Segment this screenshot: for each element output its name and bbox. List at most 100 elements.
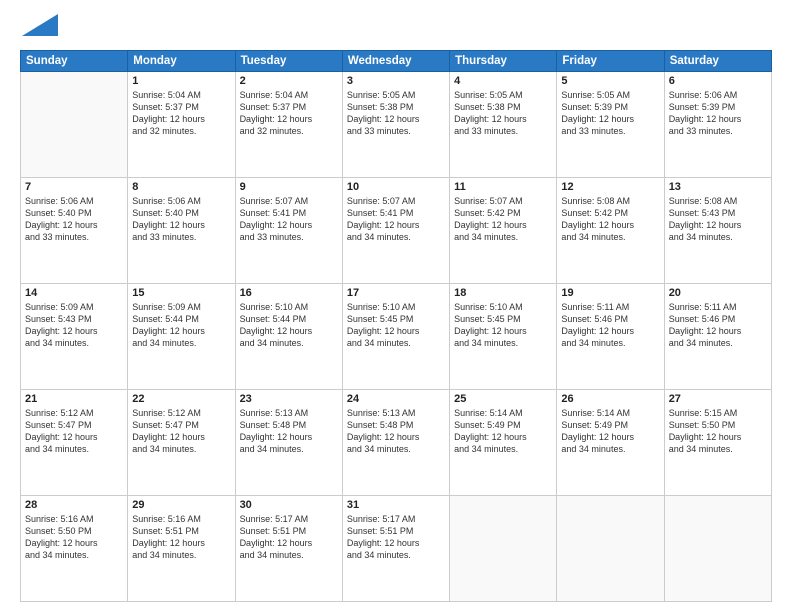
- cell-info: Sunrise: 5:05 AM Sunset: 5:39 PM Dayligh…: [561, 89, 659, 138]
- weekday-friday: Friday: [557, 51, 664, 72]
- cell-info: Sunrise: 5:16 AM Sunset: 5:51 PM Dayligh…: [132, 513, 230, 562]
- day-number: 27: [669, 393, 767, 405]
- day-number: 22: [132, 393, 230, 405]
- cell-info: Sunrise: 5:11 AM Sunset: 5:46 PM Dayligh…: [669, 301, 767, 350]
- day-number: 6: [669, 75, 767, 87]
- cell-info: Sunrise: 5:17 AM Sunset: 5:51 PM Dayligh…: [240, 513, 338, 562]
- calendar-cell: [664, 496, 771, 602]
- calendar-cell: 8 Sunrise: 5:06 AM Sunset: 5:40 PM Daylig…: [128, 178, 235, 284]
- weekday-wednesday: Wednesday: [342, 51, 449, 72]
- day-number: 4: [454, 75, 552, 87]
- calendar-cell: 11 Sunrise: 5:07 AM Sunset: 5:42 PM Dayli…: [450, 178, 557, 284]
- cell-info: Sunrise: 5:13 AM Sunset: 5:48 PM Dayligh…: [240, 407, 338, 456]
- week-row-3: 21 Sunrise: 5:12 AM Sunset: 5:47 PM Dayli…: [21, 390, 772, 496]
- calendar-cell: 31Sunrise: 5:17 AM Sunset: 5:51 PM Dayli…: [342, 496, 449, 602]
- cell-info: Sunrise: 5:17 AM Sunset: 5:51 PM Dayligh…: [347, 513, 445, 562]
- header: [20, 18, 772, 40]
- cell-info: Sunrise: 5:07 AM Sunset: 5:41 PM Dayligh…: [347, 195, 445, 244]
- cell-info: Sunrise: 5:10 AM Sunset: 5:45 PM Dayligh…: [454, 301, 552, 350]
- weekday-saturday: Saturday: [664, 51, 771, 72]
- calendar-cell: 10 Sunrise: 5:07 AM Sunset: 5:41 PM Dayli…: [342, 178, 449, 284]
- cell-info: Sunrise: 5:09 AM Sunset: 5:43 PM Dayligh…: [25, 301, 123, 350]
- calendar-cell: [450, 496, 557, 602]
- cell-info: Sunrise: 5:05 AM Sunset: 5:38 PM Dayligh…: [347, 89, 445, 138]
- day-number: 18: [454, 287, 552, 299]
- calendar-cell: 4 Sunrise: 5:05 AM Sunset: 5:38 PM Daylig…: [450, 72, 557, 178]
- cell-info: Sunrise: 5:06 AM Sunset: 5:40 PM Dayligh…: [25, 195, 123, 244]
- calendar-cell: [557, 496, 664, 602]
- day-number: 26: [561, 393, 659, 405]
- calendar-cell: 5 Sunrise: 5:05 AM Sunset: 5:39 PM Daylig…: [557, 72, 664, 178]
- day-number: 11: [454, 181, 552, 193]
- day-number: 12: [561, 181, 659, 193]
- cell-info: Sunrise: 5:13 AM Sunset: 5:48 PM Dayligh…: [347, 407, 445, 456]
- cell-info: Sunrise: 5:07 AM Sunset: 5:42 PM Dayligh…: [454, 195, 552, 244]
- cell-info: Sunrise: 5:08 AM Sunset: 5:42 PM Dayligh…: [561, 195, 659, 244]
- day-number: 24: [347, 393, 445, 405]
- day-number: 1: [132, 75, 230, 87]
- weekday-sunday: Sunday: [21, 51, 128, 72]
- page: SundayMondayTuesdayWednesdayThursdayFrid…: [0, 0, 792, 612]
- cell-info: Sunrise: 5:04 AM Sunset: 5:37 PM Dayligh…: [132, 89, 230, 138]
- cell-info: Sunrise: 5:14 AM Sunset: 5:49 PM Dayligh…: [454, 407, 552, 456]
- cell-info: Sunrise: 5:12 AM Sunset: 5:47 PM Dayligh…: [25, 407, 123, 456]
- day-number: 3: [347, 75, 445, 87]
- cell-info: Sunrise: 5:06 AM Sunset: 5:39 PM Dayligh…: [669, 89, 767, 138]
- calendar-cell: 2 Sunrise: 5:04 AM Sunset: 5:37 PM Daylig…: [235, 72, 342, 178]
- cell-info: Sunrise: 5:15 AM Sunset: 5:50 PM Dayligh…: [669, 407, 767, 456]
- calendar-cell: 15 Sunrise: 5:09 AM Sunset: 5:44 PM Dayli…: [128, 284, 235, 390]
- day-number: 25: [454, 393, 552, 405]
- cell-info: Sunrise: 5:09 AM Sunset: 5:44 PM Dayligh…: [132, 301, 230, 350]
- cell-info: Sunrise: 5:14 AM Sunset: 5:49 PM Dayligh…: [561, 407, 659, 456]
- calendar-cell: 23 Sunrise: 5:13 AM Sunset: 5:48 PM Dayli…: [235, 390, 342, 496]
- day-number: 20: [669, 287, 767, 299]
- day-number: 30: [240, 499, 338, 511]
- calendar-cell: [21, 72, 128, 178]
- logo: [20, 18, 58, 40]
- cell-info: Sunrise: 5:10 AM Sunset: 5:44 PM Dayligh…: [240, 301, 338, 350]
- cell-info: Sunrise: 5:06 AM Sunset: 5:40 PM Dayligh…: [132, 195, 230, 244]
- day-number: 23: [240, 393, 338, 405]
- calendar-cell: 25 Sunrise: 5:14 AM Sunset: 5:49 PM Dayli…: [450, 390, 557, 496]
- week-row-2: 14 Sunrise: 5:09 AM Sunset: 5:43 PM Dayli…: [21, 284, 772, 390]
- cell-info: Sunrise: 5:12 AM Sunset: 5:47 PM Dayligh…: [132, 407, 230, 456]
- cell-info: Sunrise: 5:04 AM Sunset: 5:37 PM Dayligh…: [240, 89, 338, 138]
- day-number: 10: [347, 181, 445, 193]
- weekday-monday: Monday: [128, 51, 235, 72]
- day-number: 8: [132, 181, 230, 193]
- calendar-cell: 3 Sunrise: 5:05 AM Sunset: 5:38 PM Daylig…: [342, 72, 449, 178]
- cell-info: Sunrise: 5:08 AM Sunset: 5:43 PM Dayligh…: [669, 195, 767, 244]
- calendar-table: SundayMondayTuesdayWednesdayThursdayFrid…: [20, 50, 772, 602]
- calendar-cell: 27 Sunrise: 5:15 AM Sunset: 5:50 PM Dayli…: [664, 390, 771, 496]
- calendar-cell: 24 Sunrise: 5:13 AM Sunset: 5:48 PM Dayli…: [342, 390, 449, 496]
- day-number: 14: [25, 287, 123, 299]
- calendar-cell: 20 Sunrise: 5:11 AM Sunset: 5:46 PM Dayli…: [664, 284, 771, 390]
- week-row-0: 1 Sunrise: 5:04 AM Sunset: 5:37 PM Daylig…: [21, 72, 772, 178]
- cell-info: Sunrise: 5:10 AM Sunset: 5:45 PM Dayligh…: [347, 301, 445, 350]
- calendar-cell: 21 Sunrise: 5:12 AM Sunset: 5:47 PM Dayli…: [21, 390, 128, 496]
- calendar-cell: 18 Sunrise: 5:10 AM Sunset: 5:45 PM Dayli…: [450, 284, 557, 390]
- day-number: 21: [25, 393, 123, 405]
- day-number: 2: [240, 75, 338, 87]
- calendar-cell: 7 Sunrise: 5:06 AM Sunset: 5:40 PM Daylig…: [21, 178, 128, 284]
- day-number: 28: [25, 499, 123, 511]
- calendar-cell: 13 Sunrise: 5:08 AM Sunset: 5:43 PM Dayli…: [664, 178, 771, 284]
- week-row-1: 7 Sunrise: 5:06 AM Sunset: 5:40 PM Daylig…: [21, 178, 772, 284]
- calendar-cell: 9Sunrise: 5:07 AM Sunset: 5:41 PM Daylig…: [235, 178, 342, 284]
- day-number: 13: [669, 181, 767, 193]
- calendar-cell: 19Sunrise: 5:11 AM Sunset: 5:46 PM Dayli…: [557, 284, 664, 390]
- calendar-cell: 28Sunrise: 5:16 AM Sunset: 5:50 PM Dayli…: [21, 496, 128, 602]
- calendar-cell: 17Sunrise: 5:10 AM Sunset: 5:45 PM Dayli…: [342, 284, 449, 390]
- cell-info: Sunrise: 5:05 AM Sunset: 5:38 PM Dayligh…: [454, 89, 552, 138]
- day-number: 5: [561, 75, 659, 87]
- weekday-header-row: SundayMondayTuesdayWednesdayThursdayFrid…: [21, 51, 772, 72]
- day-number: 15: [132, 287, 230, 299]
- calendar-cell: 29Sunrise: 5:16 AM Sunset: 5:51 PM Dayli…: [128, 496, 235, 602]
- logo-wing-icon: [22, 14, 58, 36]
- day-number: 7: [25, 181, 123, 193]
- calendar-cell: 30 Sunrise: 5:17 AM Sunset: 5:51 PM Dayli…: [235, 496, 342, 602]
- calendar-cell: 1 Sunrise: 5:04 AM Sunset: 5:37 PM Daylig…: [128, 72, 235, 178]
- cell-info: Sunrise: 5:07 AM Sunset: 5:41 PM Dayligh…: [240, 195, 338, 244]
- calendar-cell: 26 Sunrise: 5:14 AM Sunset: 5:49 PM Dayli…: [557, 390, 664, 496]
- day-number: 16: [240, 287, 338, 299]
